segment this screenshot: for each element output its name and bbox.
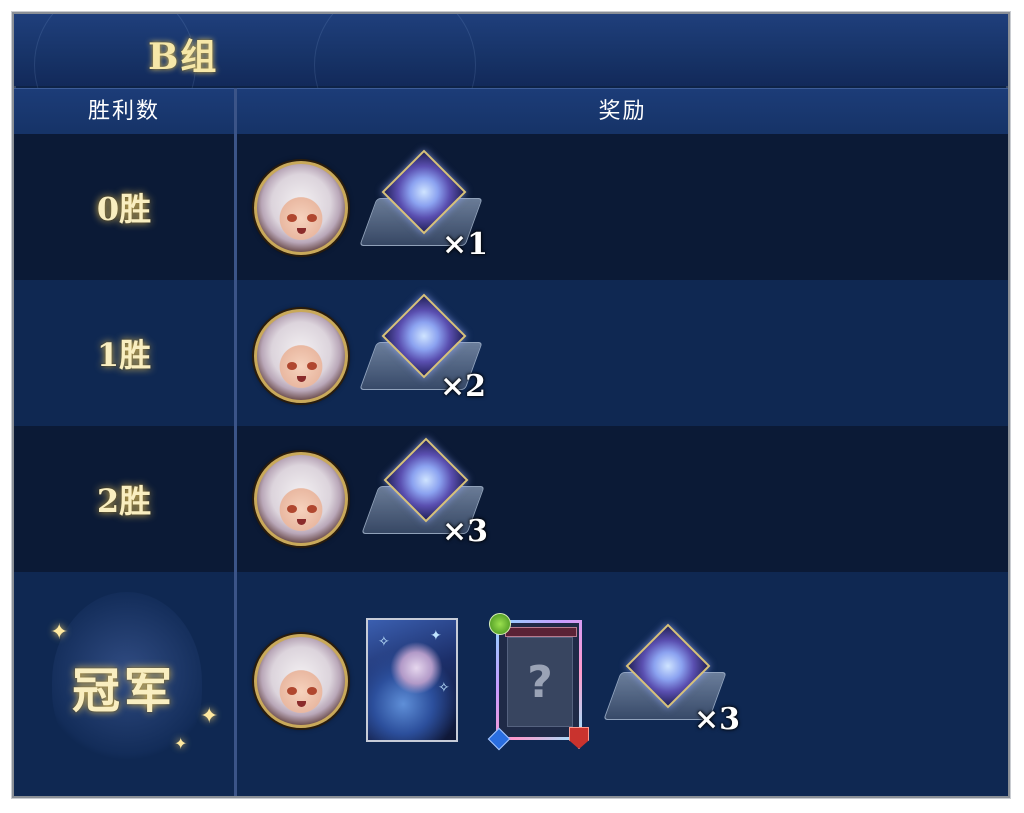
wins-label: 2胜 <box>96 482 152 520</box>
wins-label: 冠军 <box>71 663 176 719</box>
wins-label: 1胜 <box>96 336 152 374</box>
table-row-champion: ✦ ✦ ✦ 冠军 ✧ ✦ ✧ ? ×3 <box>14 572 1008 796</box>
green-gem-icon <box>489 613 511 635</box>
reward-quantity: ×3 <box>442 514 489 549</box>
reward-quantity: ×1 <box>442 227 489 262</box>
character-avatar-icon[interactable] <box>254 161 348 255</box>
character-avatar-icon[interactable] <box>254 309 348 403</box>
header-wins: 胜利数 <box>87 99 160 124</box>
mystery-card-icon[interactable]: ? <box>487 613 589 751</box>
reward-quantity: ×2 <box>440 369 487 404</box>
table-row: 1胜 ×2 <box>14 280 1008 426</box>
table-header: 胜利数 奖励 <box>14 88 1008 135</box>
question-mark-icon: ? <box>507 637 573 727</box>
table-row: 0胜 ×1 <box>14 134 1008 280</box>
wins-label: 0胜 <box>96 190 152 228</box>
title-bar: B组 <box>14 14 1008 146</box>
reward-panel: B组 胜利数 奖励 0胜 ×1 1胜 ×2 2胜 ×3 ✦ ✦ ✦ 冠军 ✧ ✦… <box>12 12 1010 798</box>
reward-quantity: ×3 <box>694 702 741 737</box>
group-title: B组 <box>148 36 219 78</box>
column-divider <box>234 88 237 796</box>
table-row: 2胜 ×3 <box>14 426 1008 572</box>
blue-gem-icon <box>487 727 511 751</box>
header-rewards: 奖励 <box>598 99 647 124</box>
character-avatar-icon[interactable] <box>254 452 348 546</box>
red-shield-icon <box>569 727 589 749</box>
character-avatar-icon[interactable] <box>254 634 348 728</box>
character-card-icon[interactable]: ✧ ✦ ✧ <box>366 618 458 742</box>
